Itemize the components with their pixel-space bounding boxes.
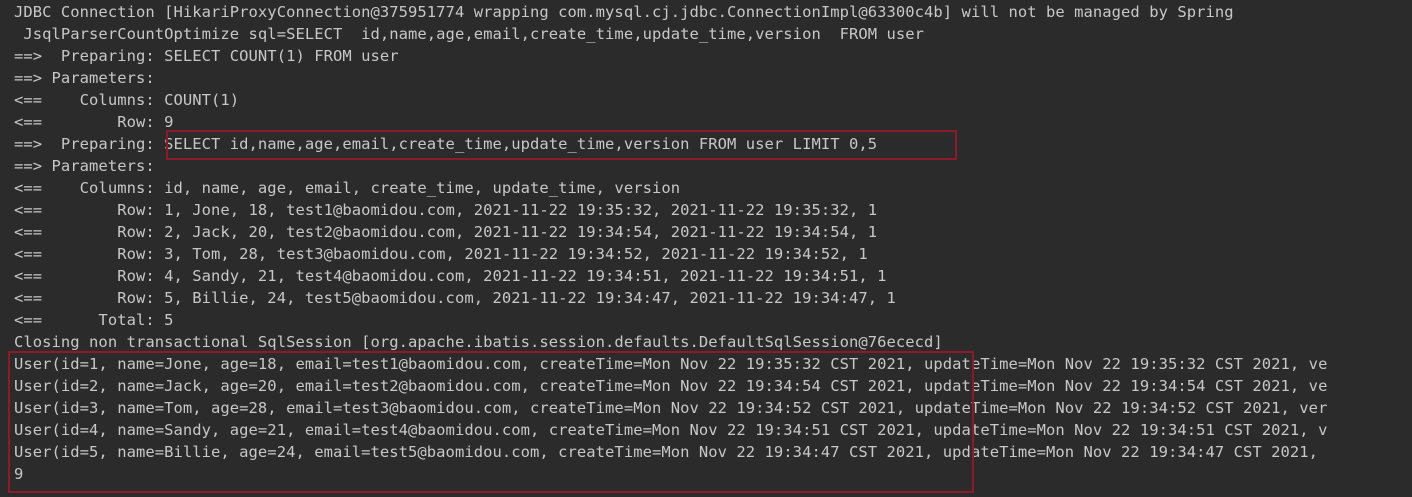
output-line-user: User(id=1, name=Jone, age=18, email=test…	[14, 355, 1328, 373]
log-line-row: <== Row: 3, Tom, 28, test3@baomidou.com,…	[14, 245, 868, 263]
output-line-total-count: 9	[14, 465, 24, 483]
log-line-preparing-count: ==> Preparing: SELECT COUNT(1) FROM user	[14, 47, 399, 65]
output-line-user: User(id=5, name=Billie, age=24, email=te…	[14, 443, 1319, 461]
log-line-count-optimize: JsqlParserCountOptimize sql=SELECT id,na…	[14, 25, 925, 43]
log-line-parameters-select: ==> Parameters:	[14, 157, 165, 175]
log-line-row-count: <== Row: 9	[14, 113, 174, 131]
log-line-parameters-count: ==> Parameters:	[14, 69, 165, 87]
log-line-row: <== Row: 2, Jack, 20, test2@baomidou.com…	[14, 223, 878, 241]
log-line-preparing-select: ==> Preparing: SELECT id,name,age,email,…	[14, 135, 878, 153]
log-line-total: <== Total: 5	[14, 311, 174, 329]
log-line-columns-select: <== Columns: id, name, age, email, creat…	[14, 179, 681, 197]
log-line-closing-session: Closing non transactional SqlSession [or…	[14, 333, 943, 351]
output-line-user: User(id=4, name=Sandy, age=21, email=tes…	[14, 421, 1328, 439]
log-line-row: <== Row: 5, Billie, 24, test5@baomidou.c…	[14, 289, 896, 307]
log-line-jdbc-connection: JDBC Connection [HikariProxyConnection@3…	[14, 3, 1234, 21]
log-line-columns-count: <== Columns: COUNT(1)	[14, 91, 240, 109]
log-line-row: <== Row: 1, Jone, 18, test1@baomidou.com…	[14, 201, 878, 219]
console-lines: JDBC Connection [HikariProxyConnection@3…	[14, 1, 1327, 485]
log-line-row: <== Row: 4, Sandy, 21, test4@baomidou.co…	[14, 267, 887, 285]
console-output[interactable]: JDBC Connection [HikariProxyConnection@3…	[0, 0, 1412, 497]
output-line-user: User(id=3, name=Tom, age=28, email=test3…	[14, 399, 1328, 417]
output-line-user: User(id=2, name=Jack, age=20, email=test…	[14, 377, 1328, 395]
